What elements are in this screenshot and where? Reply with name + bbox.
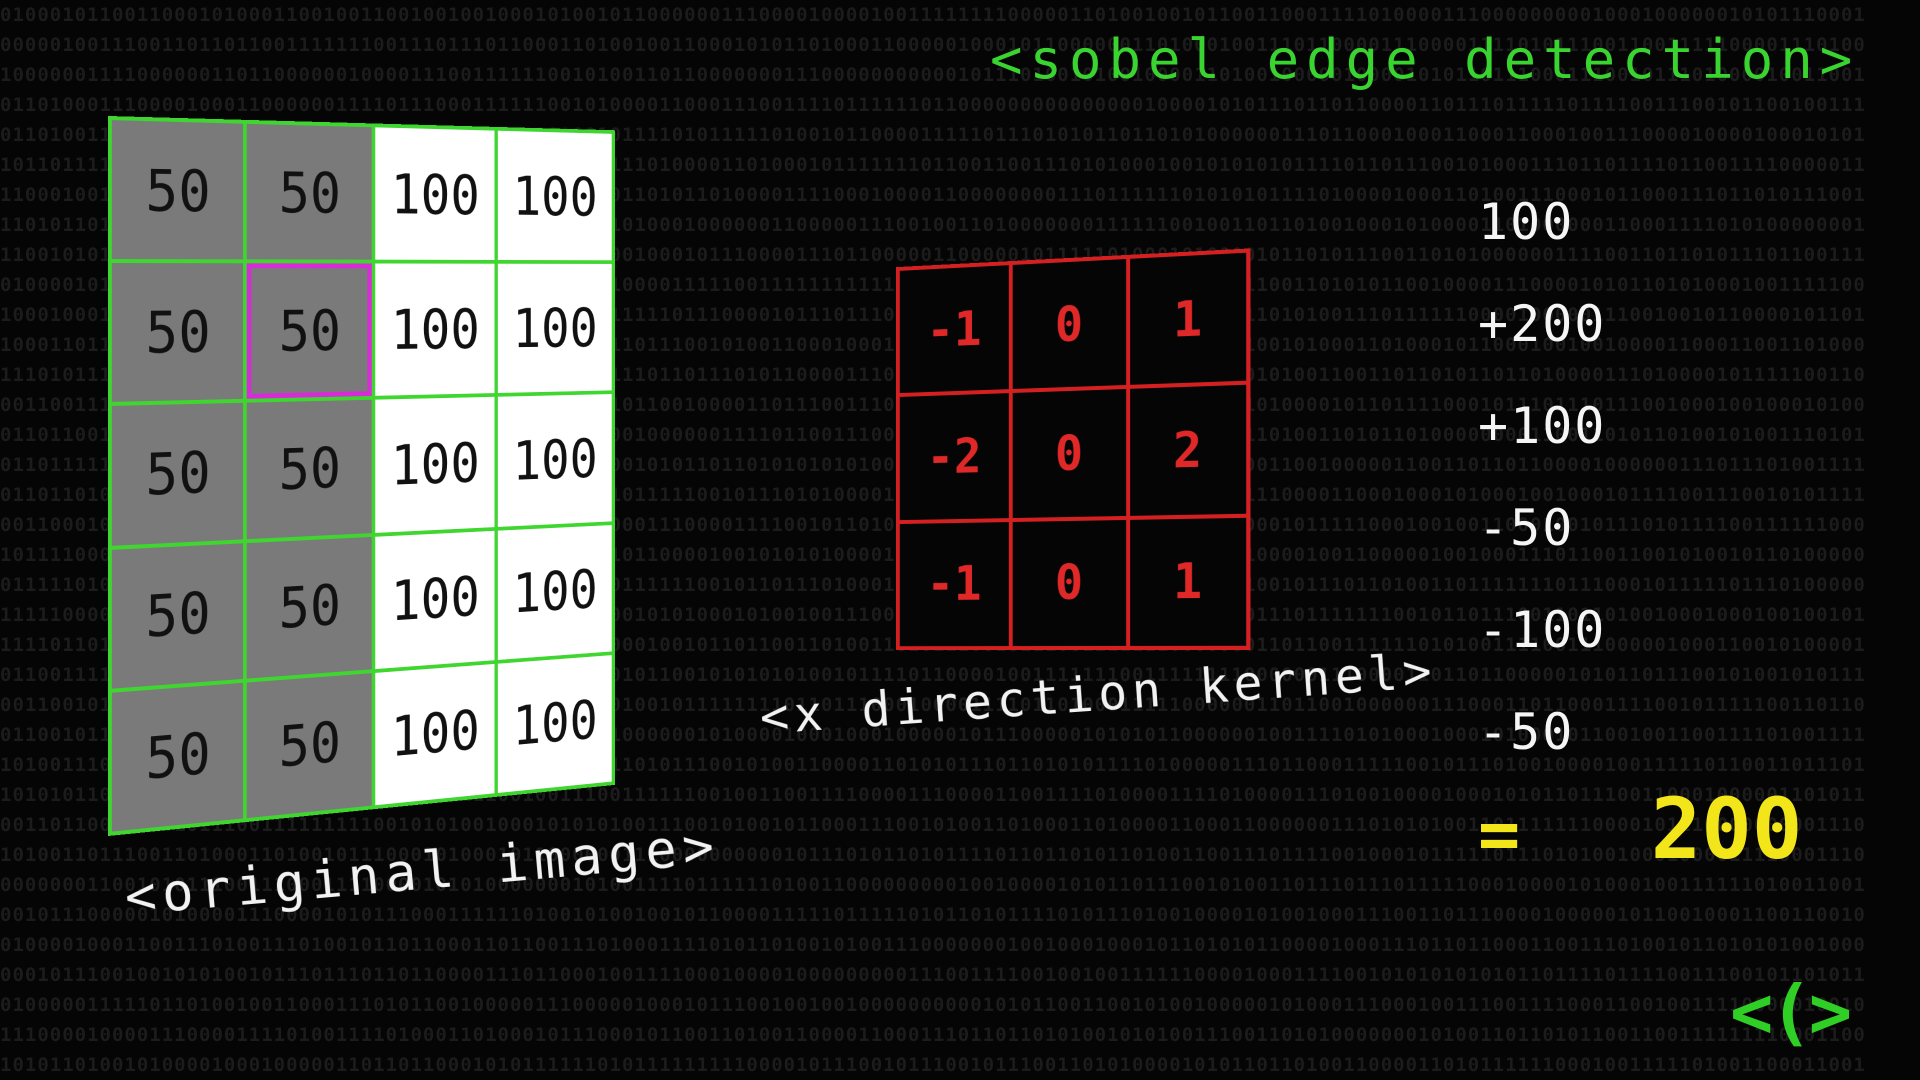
- page-title: <sobel edge detection>: [990, 28, 1859, 91]
- original-image-grid: 50 50 100 100 50 50 100 100 50 50 100 100 50 50 100 100…: [108, 116, 615, 836]
- kernel-cell: 1: [1130, 517, 1246, 645]
- sum-term: 100: [1478, 192, 1606, 294]
- result: = 200: [1478, 780, 1802, 878]
- kernel-cell: -1: [900, 265, 1009, 393]
- pixel-cell: 50: [247, 263, 372, 399]
- kernel-cell: -1: [900, 522, 1009, 646]
- logo-icon: <(>: [1730, 970, 1848, 1054]
- kernel-cell: 0: [1013, 520, 1126, 646]
- pixel-cell: 50: [247, 673, 372, 818]
- pixel-cell: 50: [112, 543, 243, 689]
- pixel-cell: 100: [498, 394, 612, 526]
- pixel-cell: 100: [375, 664, 494, 805]
- kernel-cell: 0: [1013, 389, 1126, 517]
- pixel-cell: 50: [112, 683, 243, 832]
- pixel-cell: 100: [498, 655, 612, 793]
- result-value: 200: [1651, 780, 1803, 878]
- kernel-cell: 1: [1130, 253, 1246, 385]
- pixel-cell: 100: [375, 264, 494, 397]
- pixel-cell: 100: [498, 131, 612, 261]
- sum-term: +200: [1478, 294, 1606, 396]
- pixel-cell: 100: [498, 525, 612, 660]
- equals-sign: =: [1478, 793, 1520, 875]
- pixel-cell: 100: [375, 397, 494, 532]
- pixel-cell: 100: [375, 127, 494, 260]
- x-direction-kernel: -1 0 1 -2 0 2 -1 0 1: [896, 248, 1250, 650]
- pixel-cell: 50: [112, 120, 243, 259]
- sum-terms: 100 +200 +100 -50 -100 -50: [1478, 192, 1606, 804]
- sum-term: +100: [1478, 396, 1606, 498]
- sum-term: -100: [1478, 600, 1606, 702]
- pixel-cell: 100: [498, 264, 612, 393]
- pixel-cell: 50: [112, 403, 243, 545]
- pixel-cell: 50: [247, 400, 372, 539]
- sum-term: -50: [1478, 498, 1606, 600]
- kernel-cell: -2: [900, 393, 1009, 519]
- kernel-cell: 0: [1013, 259, 1126, 389]
- pixel-cell: 50: [247, 124, 372, 260]
- kernel-cell: 2: [1130, 385, 1246, 515]
- pixel-cell: 100: [375, 530, 494, 668]
- pixel-cell: 50: [247, 537, 372, 679]
- pixel-cell: 50: [112, 263, 243, 402]
